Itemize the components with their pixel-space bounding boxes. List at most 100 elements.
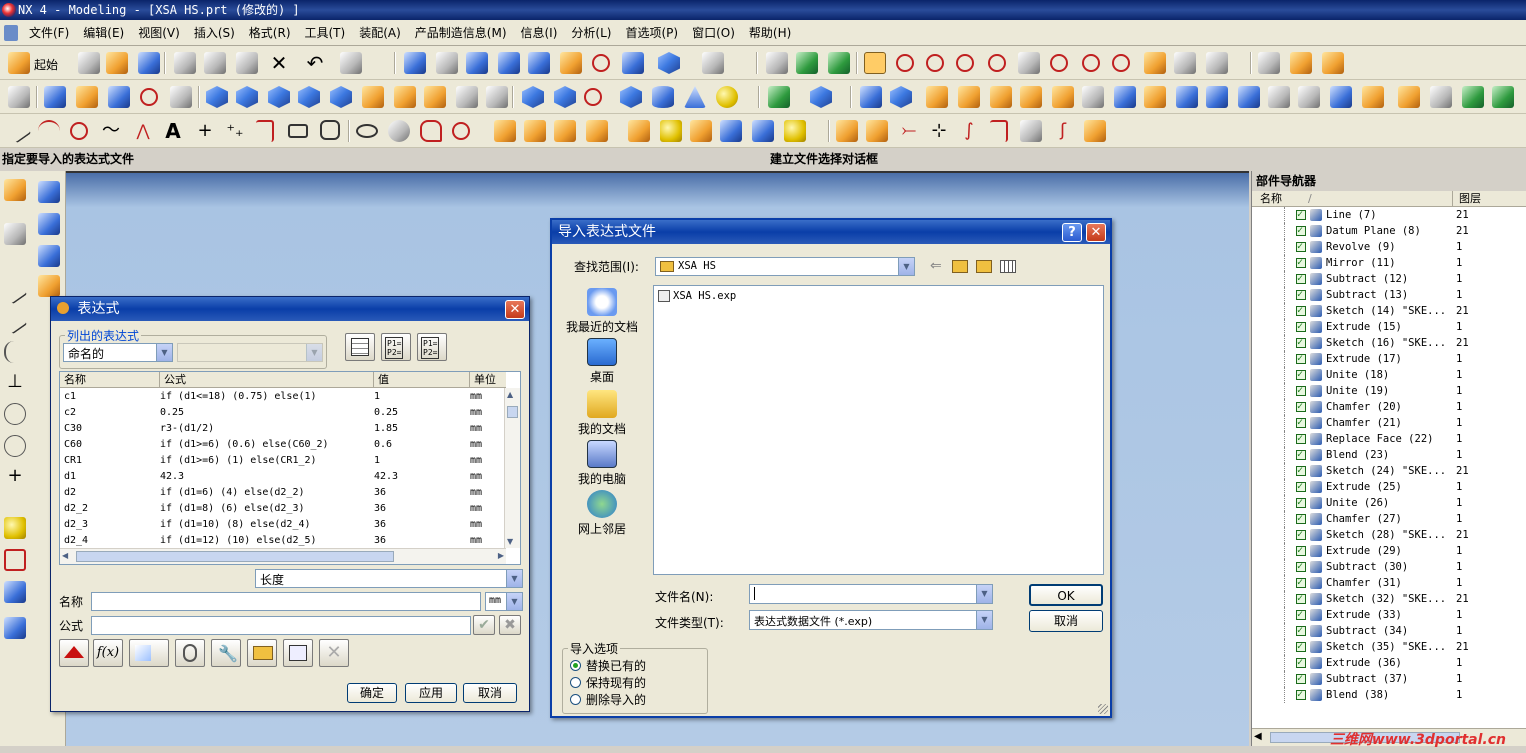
- menu-view[interactable]: 视图(V): [131, 20, 187, 46]
- fit-spline-icon[interactable]: ⋀: [132, 120, 154, 142]
- radio-replace-existing[interactable]: [570, 660, 581, 671]
- zoom-window-icon[interactable]: [436, 52, 458, 74]
- cube-icon[interactable]: [620, 86, 642, 108]
- line-icon[interactable]: [6, 118, 32, 144]
- chamfer-icon[interactable]: [890, 86, 912, 108]
- checkbox-icon[interactable]: [1296, 479, 1306, 495]
- checkbox-icon[interactable]: [1296, 655, 1306, 671]
- sketch-icon[interactable]: [4, 179, 26, 201]
- menu-file[interactable]: 文件(F): [22, 20, 76, 46]
- navigator-row[interactable]: Unite (26) 1: [1252, 495, 1526, 511]
- point-constructor-icon[interactable]: [864, 52, 886, 74]
- section-icon[interactable]: [720, 120, 742, 142]
- scroll-left-icon[interactable]: ◀: [1254, 731, 1262, 742]
- rib-icon[interactable]: [424, 86, 446, 108]
- accept-edit-icon[interactable]: ✔: [473, 615, 495, 635]
- cylinder-feature-icon[interactable]: [170, 86, 192, 108]
- navigator-row[interactable]: Unite (19) 1: [1252, 383, 1526, 399]
- tube-icon[interactable]: [140, 88, 158, 106]
- secondary-filter-select[interactable]: ▼: [177, 343, 323, 362]
- navigator-row[interactable]: Sketch (14) "SKE... 21: [1252, 303, 1526, 319]
- point-set-icon[interactable]: ⁺₊: [224, 120, 246, 142]
- sew-icon[interactable]: [1268, 86, 1290, 108]
- layer-visible-icon[interactable]: [796, 52, 818, 74]
- project-icon[interactable]: [586, 120, 608, 142]
- navigator-row[interactable]: Sketch (28) "SKE... 21: [1252, 527, 1526, 543]
- navigator-row[interactable]: Extrude (33) 1: [1252, 607, 1526, 623]
- import-cancel-button[interactable]: 取消: [1029, 610, 1103, 632]
- expression-row[interactable]: C30 r3-(d1/2) 1.85 mm: [60, 421, 506, 437]
- constraint-icon[interactable]: [4, 223, 26, 245]
- rectangle-icon[interactable]: [288, 124, 308, 138]
- isoparametric-icon[interactable]: [784, 120, 806, 142]
- helix-icon[interactable]: [388, 120, 410, 142]
- measure-angle-icon[interactable]: [1290, 52, 1312, 74]
- delete-button[interactable]: ✕: [319, 639, 349, 667]
- simplify-icon[interactable]: [524, 120, 546, 142]
- checkbox-icon[interactable]: [1296, 447, 1306, 463]
- wcs-origin-icon[interactable]: [926, 54, 944, 72]
- start-icon[interactable]: [8, 52, 30, 74]
- measure-length-icon[interactable]: [1322, 52, 1344, 74]
- section-analysis-icon[interactable]: [4, 549, 26, 571]
- menu-assemblies[interactable]: 装配(A): [352, 20, 408, 46]
- wrap-icon[interactable]: [1330, 86, 1352, 108]
- soft-blend-icon[interactable]: [990, 86, 1012, 108]
- navigator-row[interactable]: Sketch (35) "SKE... 21: [1252, 639, 1526, 655]
- expression-row[interactable]: d2_4 if (d1=12) (10) else(d2_5) 36 mm: [60, 533, 506, 549]
- sweep-icon[interactable]: [108, 86, 130, 108]
- list-references-reverse-button[interactable]: P1= P2=: [417, 333, 447, 361]
- checkbox-icon[interactable]: [1296, 335, 1306, 351]
- checkbox-icon[interactable]: [1296, 239, 1306, 255]
- bridge-icon[interactable]: [1020, 86, 1042, 108]
- extrude-icon[interactable]: [44, 86, 66, 108]
- navigator-row[interactable]: Revolve (9) 1: [1252, 239, 1526, 255]
- cone-icon[interactable]: [684, 86, 706, 108]
- menu-format[interactable]: 格式(R): [242, 20, 298, 46]
- divide-curve-icon[interactable]: ⤚: [898, 120, 920, 142]
- checkbox-icon[interactable]: [1296, 543, 1306, 559]
- curve-length-icon[interactable]: ʃ: [1052, 120, 1074, 142]
- menu-window[interactable]: 窗口(O): [685, 20, 742, 46]
- navigator-row[interactable]: Subtract (13) 1: [1252, 287, 1526, 303]
- delete-icon[interactable]: ✕: [268, 52, 290, 74]
- bridge-curve-icon[interactable]: [494, 120, 516, 142]
- shell-icon[interactable]: [926, 86, 948, 108]
- render-style-icon[interactable]: [658, 52, 680, 74]
- wcs-orient-icon[interactable]: [988, 54, 1006, 72]
- pan-icon[interactable]: [560, 52, 582, 74]
- navigator-row[interactable]: Subtract (12) 1: [1252, 271, 1526, 287]
- navigator-row[interactable]: Subtract (34) 1: [1252, 623, 1526, 639]
- sketch-circle-icon[interactable]: [4, 435, 26, 457]
- boolean-subtract-icon[interactable]: [810, 86, 832, 108]
- groove-icon[interactable]: [362, 86, 384, 108]
- sketch-line-icon[interactable]: [2, 309, 28, 335]
- cylinder-primitive-icon[interactable]: [652, 86, 674, 108]
- block-icon[interactable]: [522, 86, 544, 108]
- expression-row[interactable]: CR1 if (d1>=6) (1) else(CR1_2) 1 mm: [60, 453, 506, 469]
- filename-input[interactable]: ▼: [749, 584, 993, 604]
- cut-icon[interactable]: [174, 52, 196, 74]
- help-icon[interactable]: ?: [1062, 223, 1082, 242]
- reject-edit-icon[interactable]: ✖: [499, 615, 521, 635]
- list-references-button[interactable]: P1= P2=: [381, 333, 411, 361]
- unit-select[interactable]: mm ▼: [485, 592, 523, 611]
- checkbox-icon[interactable]: [1296, 495, 1306, 511]
- expression-dialog-titlebar[interactable]: 表达式 ✕: [51, 297, 529, 321]
- new-folder-icon[interactable]: [976, 260, 992, 273]
- thicken-icon[interactable]: [1398, 86, 1420, 108]
- expression-row[interactable]: d1 42.3 42.3 mm: [60, 469, 506, 485]
- navigator-row[interactable]: Unite (18) 1: [1252, 367, 1526, 383]
- create-expression-button[interactable]: [59, 639, 89, 667]
- cancel-button[interactable]: 取消: [463, 683, 517, 703]
- radio-delete-imported[interactable]: [570, 694, 581, 705]
- expression-row[interactable]: d2_3 if (d1=10) (8) else(d2_4) 36 mm: [60, 517, 506, 533]
- sketch-point-icon[interactable]: [4, 403, 26, 425]
- expression-formula-input[interactable]: [91, 616, 471, 635]
- list-filter-select[interactable]: 命名的 ▼: [63, 343, 173, 362]
- menu-app-icon[interactable]: [4, 24, 18, 41]
- navigator-row[interactable]: Sketch (16) "SKE... 21: [1252, 335, 1526, 351]
- function-button[interactable]: f(x): [93, 639, 123, 667]
- col-expr-value[interactable]: 值: [374, 372, 470, 388]
- expression-name-input[interactable]: [91, 592, 481, 611]
